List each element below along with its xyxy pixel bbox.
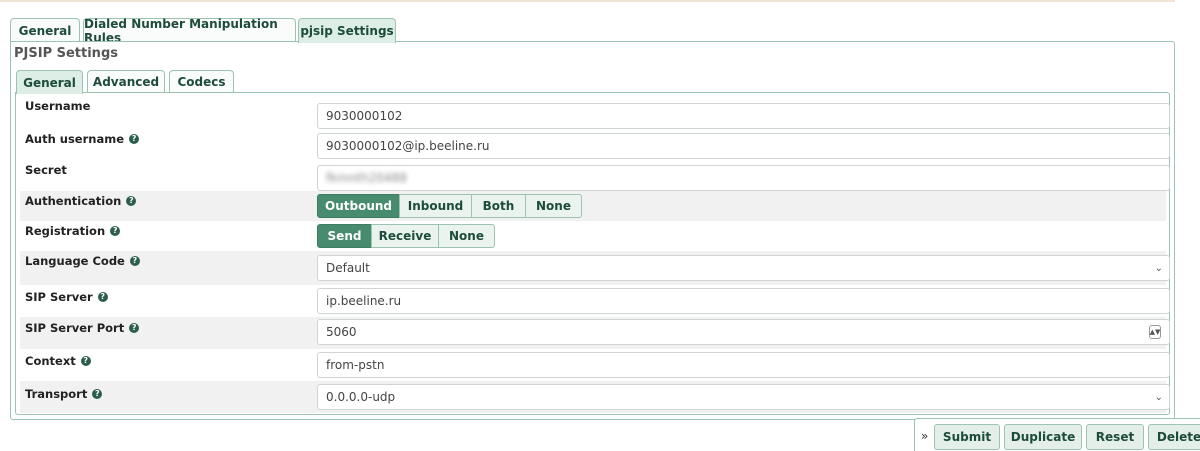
pjsip-settings-panel: PJSIP Settings General Advanced Codecs U… bbox=[10, 41, 1175, 420]
row-auth-username: Auth username? 9030000102@ip.beeline.ru bbox=[20, 127, 1170, 159]
row-language-code: Language Code? Default ⌄ bbox=[20, 251, 1170, 285]
row-registration: Registration? Send Receive None bbox=[20, 221, 1166, 251]
help-icon[interactable]: ? bbox=[92, 389, 103, 399]
inner-tab-general[interactable]: General bbox=[16, 70, 83, 94]
inner-tab-advanced[interactable]: Advanced bbox=[87, 70, 165, 93]
help-icon[interactable]: ? bbox=[80, 356, 91, 366]
authentication-inbound-button[interactable]: Inbound bbox=[399, 194, 472, 218]
context-input[interactable]: from-pstn bbox=[317, 352, 1170, 378]
help-icon[interactable]: ? bbox=[126, 196, 137, 206]
tab-dialed-number-manipulation-rules[interactable]: Dialed Number Manipulation Rules bbox=[83, 17, 296, 45]
registration-send-button[interactable]: Send bbox=[317, 224, 372, 248]
auth-username-label: Auth username? bbox=[25, 132, 140, 146]
delete-button[interactable]: Delete bbox=[1148, 424, 1200, 450]
authentication-none-button[interactable]: None bbox=[525, 194, 582, 218]
secret-input[interactable]: fkmnth20488 bbox=[317, 165, 1170, 191]
duplicate-button[interactable]: Duplicate bbox=[1004, 424, 1082, 450]
authentication-toggle-group: Outbound Inbound Both None bbox=[317, 194, 582, 218]
chevron-down-icon: ⌄ bbox=[1154, 392, 1163, 403]
inner-tab-codecs[interactable]: Codecs bbox=[169, 70, 234, 93]
row-transport: Transport? 0.0.0.0-udp ⌄ bbox=[20, 381, 1170, 413]
help-icon[interactable]: ? bbox=[129, 323, 140, 333]
general-settings-form: Username 9030000102 Auth username? 90300… bbox=[15, 92, 1170, 415]
context-label: Context? bbox=[25, 354, 91, 368]
sip-server-port-input[interactable]: 5060 ▲▼ bbox=[317, 319, 1170, 345]
sip-server-input[interactable]: ip.beeline.ru bbox=[317, 288, 1170, 314]
username-input[interactable]: 9030000102 bbox=[317, 103, 1170, 129]
row-sip-server: SIP Server? ip.beeline.ru bbox=[20, 285, 1170, 317]
language-code-label: Language Code? bbox=[25, 254, 140, 268]
help-icon[interactable]: ? bbox=[97, 292, 108, 302]
top-divider bbox=[0, 0, 1175, 2]
panel-title: PJSIP Settings bbox=[14, 46, 118, 61]
registration-toggle-group: Send Receive None bbox=[317, 224, 495, 248]
row-context: Context? from-pstn bbox=[20, 349, 1170, 381]
authentication-label: Authentication? bbox=[25, 194, 137, 208]
reset-button[interactable]: Reset bbox=[1086, 424, 1144, 450]
registration-label: Registration? bbox=[25, 224, 121, 238]
row-secret: Secret fkmnth20488 bbox=[20, 159, 1170, 191]
authentication-outbound-button[interactable]: Outbound bbox=[317, 194, 400, 218]
row-authentication: Authentication? Outbound Inbound Both No… bbox=[20, 191, 1166, 221]
help-icon[interactable]: ? bbox=[110, 226, 121, 236]
authentication-both-button[interactable]: Both bbox=[471, 194, 526, 218]
row-sip-server-port: SIP Server Port? 5060 ▲▼ bbox=[20, 317, 1170, 349]
username-label: Username bbox=[25, 99, 91, 113]
language-code-select[interactable]: Default ⌄ bbox=[317, 255, 1170, 281]
auth-username-input[interactable]: 9030000102@ip.beeline.ru bbox=[317, 133, 1170, 159]
registration-receive-button[interactable]: Receive bbox=[371, 224, 439, 248]
secret-label: Secret bbox=[25, 163, 67, 177]
sip-server-port-label: SIP Server Port? bbox=[25, 321, 140, 335]
registration-none-button[interactable]: None bbox=[438, 224, 495, 248]
submit-button[interactable]: Submit bbox=[934, 424, 1000, 450]
sip-server-label: SIP Server? bbox=[25, 290, 108, 304]
spinner-arrows-icon[interactable]: ▲▼ bbox=[1149, 325, 1161, 339]
help-icon[interactable]: ? bbox=[129, 256, 140, 266]
tab-general[interactable]: General bbox=[10, 18, 80, 42]
help-icon[interactable]: ? bbox=[129, 134, 140, 144]
transport-select[interactable]: 0.0.0.0-udp ⌄ bbox=[317, 384, 1170, 410]
transport-label: Transport? bbox=[25, 387, 103, 401]
row-username: Username 9030000102 bbox=[20, 97, 1170, 129]
tab-pjsip-settings[interactable]: pjsip Settings bbox=[298, 18, 396, 43]
chevron-down-icon: ⌄ bbox=[1154, 263, 1163, 274]
double-chevron-right-icon[interactable]: » bbox=[921, 429, 928, 443]
action-bar: » Submit Duplicate Reset Delete bbox=[914, 418, 1200, 451]
